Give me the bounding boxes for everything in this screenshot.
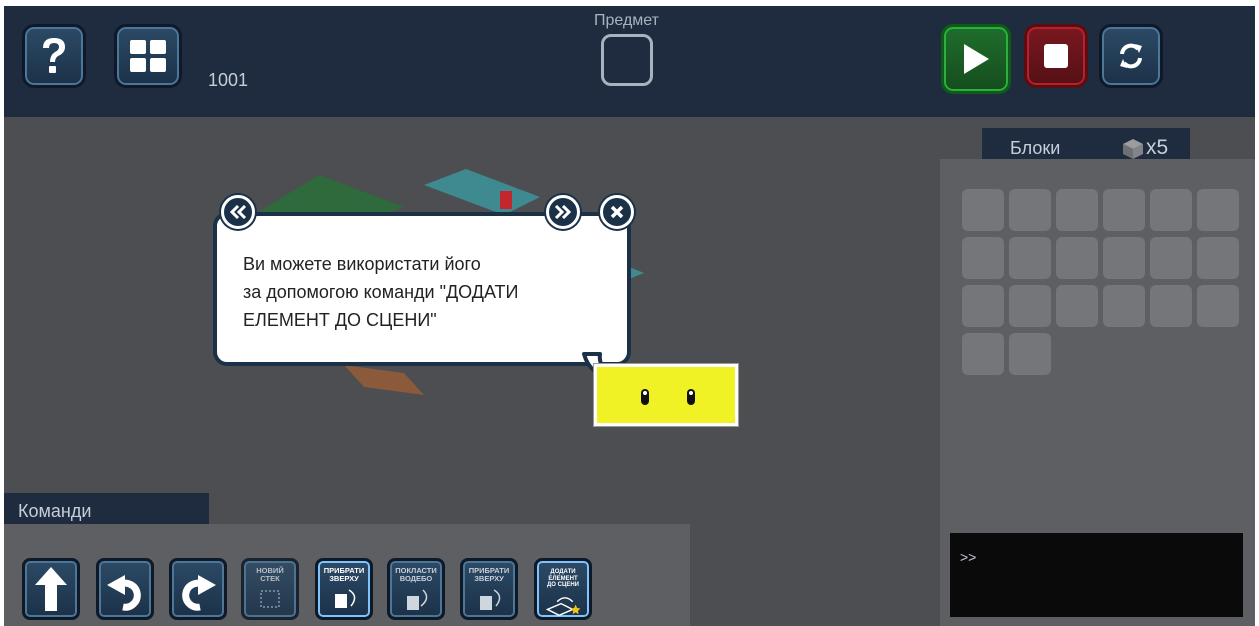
blocks-panel: >>: [940, 159, 1255, 626]
left-eye: [641, 389, 649, 405]
item-label: Предмет: [594, 12, 659, 29]
put-down-line2: ВОДЕБО: [399, 574, 433, 584]
block-slot[interactable]: [1103, 285, 1145, 327]
box-lift-icon-2: [480, 588, 501, 610]
top-bar: 1001 Предмет: [4, 6, 1255, 117]
box-lift-icon: [335, 588, 356, 608]
block-slot[interactable]: [1103, 189, 1145, 231]
block-slot[interactable]: [1197, 285, 1239, 327]
blocks-title: Блоки: [1010, 138, 1061, 158]
block-slot[interactable]: [1009, 333, 1051, 375]
tooltip-next-button[interactable]: [546, 195, 580, 229]
put-down-button[interactable]: ПОКЛАСТИ ВОДЕБО: [387, 558, 445, 620]
block-slot[interactable]: [1009, 189, 1051, 231]
block-slot[interactable]: [962, 189, 1004, 231]
turn-left-button[interactable]: [96, 558, 154, 620]
block-slot[interactable]: [1197, 237, 1239, 279]
move-forward-button[interactable]: [22, 558, 80, 620]
tooltip-text: Ви можете використати його за допомогою …: [243, 250, 603, 334]
reset-button[interactable]: [1099, 24, 1163, 88]
highlighted-element: [594, 364, 738, 426]
block-slot[interactable]: [1056, 237, 1098, 279]
blocks-count: x5: [1146, 136, 1169, 159]
remove-top-button-2[interactable]: ПРИБРАТИ ЗВЕРХУ: [460, 558, 518, 620]
block-slot[interactable]: [1103, 237, 1145, 279]
commands-panel: НОВИЙ СТЕК ПРИБРАТИ ЗВЕРХУ ПОКЛАСТИ ВОДЕ…: [4, 524, 690, 626]
add-element-to-scene-button[interactable]: ДОДАТИ ЕЛЕМЕНТ ДО СЦЕНИ: [534, 558, 592, 620]
console-output: >>: [950, 533, 1243, 617]
block-slot[interactable]: [1150, 285, 1192, 327]
stop-button[interactable]: [1024, 24, 1088, 88]
right-eye: [687, 389, 695, 405]
item-slot: [601, 34, 653, 86]
add-element-line1: ДОДАТИ ЕЛЕМЕНТ: [548, 569, 578, 582]
block-slot[interactable]: [962, 285, 1004, 327]
double-chevron-left-icon: [229, 205, 247, 219]
add-element-line2: ДО СЦЕНИ: [547, 582, 579, 589]
block-slot[interactable]: [962, 237, 1004, 279]
remove-top-button[interactable]: ПРИБРАТИ ЗВЕРХУ: [315, 558, 373, 620]
block-slot[interactable]: [1056, 285, 1098, 327]
help-button[interactable]: [22, 24, 86, 88]
box-drop-icon: [407, 588, 428, 610]
cube-icon: [1123, 139, 1143, 159]
level-number: 1001: [208, 70, 249, 90]
block-slot[interactable]: [1009, 285, 1051, 327]
tooltip-close-button[interactable]: [600, 195, 634, 229]
block-slot[interactable]: [1056, 189, 1098, 231]
block-slot[interactable]: [1197, 189, 1239, 231]
tooltip-prev-button[interactable]: [221, 195, 255, 229]
menu-button[interactable]: [114, 24, 182, 88]
grid-icon: [130, 40, 166, 72]
remove-top-2-line2: ЗВЕРХУ: [474, 574, 504, 584]
question-mark-icon: [43, 38, 65, 73]
rotate-right-icon: [182, 575, 216, 611]
turn-right-button[interactable]: [169, 558, 227, 620]
tooltip-line-1: Ви можете використати його: [243, 254, 481, 274]
new-stack-button[interactable]: НОВИЙ СТЕК: [241, 558, 299, 620]
arrow-up-icon: [35, 567, 67, 611]
tooltip-line-2: за допомогою команди "ДОДАТИ: [243, 282, 519, 302]
add-to-scene-icon: [545, 596, 581, 616]
remove-top-line2: ЗВЕРХУ: [329, 574, 359, 584]
game-frame: 1001 Предмет Блоки x5 >> Команди НОВИЙ С…: [4, 6, 1255, 626]
block-slot[interactable]: [962, 333, 1004, 375]
play-button[interactable]: [941, 24, 1011, 94]
play-icon: [964, 44, 989, 74]
stack-icon: [260, 589, 280, 608]
refresh-icon: [1120, 43, 1142, 69]
close-icon: [610, 205, 624, 219]
block-slot[interactable]: [1150, 189, 1192, 231]
rotate-left-icon: [107, 575, 141, 611]
stop-icon: [1044, 44, 1068, 68]
block-slot[interactable]: [1009, 237, 1051, 279]
block-slot[interactable]: [1150, 237, 1192, 279]
double-chevron-right-icon: [554, 205, 572, 219]
tooltip-line-3: ЕЛЕМЕНТ ДО СЦЕНИ": [243, 310, 437, 330]
tutorial-tooltip: Ви можете використати його за допомогою …: [213, 212, 631, 366]
new-stack-line2: СТЕК: [260, 574, 280, 584]
